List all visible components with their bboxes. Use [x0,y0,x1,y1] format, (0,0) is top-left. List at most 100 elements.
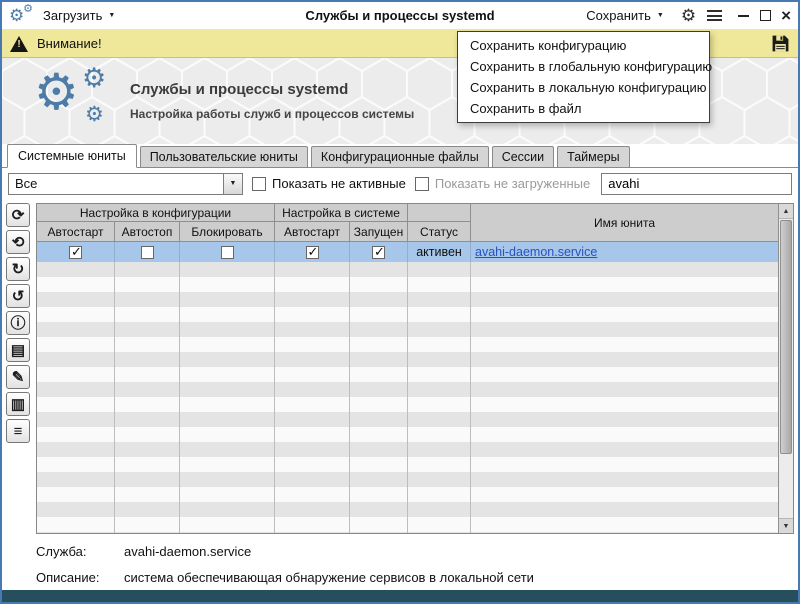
menu-item-save-local-config[interactable]: Сохранить в локальную конфигурацию [458,77,709,98]
column-header-autostart-config[interactable]: Автостарт [37,222,115,242]
table-header: Настройка в конфигурации Настройка в сис… [37,204,778,242]
column-header-status[interactable]: Статус [408,222,471,242]
scroll-down-button[interactable]: ▼ [779,518,793,533]
service-value: avahi-daemon.service [124,544,790,559]
list-dependencies-button[interactable]: ≡ [6,419,30,443]
page-subtitle: Настройка работы служб и процессов систе… [130,107,414,121]
save-menu-label: Сохранить [586,8,651,23]
running-checkbox[interactable] [372,246,385,259]
view-log-button[interactable]: ▥ [6,392,30,416]
hamburger-icon [707,10,722,21]
minimize-button[interactable] [737,9,750,22]
tabs-bar: Системные юниты Пользовательские юниты К… [2,144,798,168]
info-icon: ⓘ [10,316,25,331]
save-menu-button[interactable]: Сохранить ▼ [580,4,670,27]
warning-icon [10,36,28,52]
settings-gear-button[interactable]: ⚙ [681,7,696,24]
menu-item-save-config[interactable]: Сохранить конфигурацию [458,35,709,56]
autostop-checkbox[interactable] [141,246,154,259]
table-row[interactable]: активен avahi-daemon.service [37,242,778,262]
reload-daemon-icon: ⟲ [12,235,25,250]
column-header-autostart-system[interactable]: Автостарт [275,222,350,242]
tab-timers[interactable]: Таймеры [557,146,630,167]
column-header-unit-name[interactable]: Имя юнита [471,204,778,242]
empty-rows-area [37,262,778,533]
chevron-down-icon: ▼ [657,12,664,19]
load-menu-label: Загрузить [43,8,102,23]
tab-user-units[interactable]: Пользовательские юниты [140,146,308,167]
edit-unit-file-button[interactable]: ✎ [6,365,30,389]
column-header-autostop[interactable]: Автостоп [115,222,180,242]
service-label: Служба: [36,544,124,559]
save-file-icon[interactable] [771,34,790,53]
list-icon: ≡ [14,424,23,439]
log-icon: ▥ [11,397,25,412]
vertical-scrollbar[interactable]: ▲ ▼ [778,204,793,533]
restart-icon: ↻ [12,262,25,277]
gear-icon: ⚙ [82,65,106,92]
units-table: Настройка в конфигурации Настройка в сис… [36,203,794,534]
unit-info-button[interactable]: ⓘ [6,311,30,335]
gear-icon: ⚙ [34,67,79,117]
group-header-empty [408,204,471,222]
column-header-running[interactable]: Запущен [350,222,408,242]
block-checkbox[interactable] [221,246,234,259]
stop-unit-button[interactable]: ↺ [6,284,30,308]
gear-icon: ⚙ [681,7,696,24]
app-window: ⚙ ⚙ Загрузить ▼ Службы и процессы system… [0,0,800,604]
hamburger-menu-button[interactable] [707,10,722,21]
chevron-down-icon: ▼ [108,12,115,19]
main-area: ⟳ ⟲ ↻ ↺ ⓘ ▤ ✎ ▥ ≡ Настройка в конфигурац… [2,199,798,534]
scroll-up-button[interactable]: ▲ [779,204,793,219]
save-dropdown-menu: Сохранить конфигурацию Сохранить в глоба… [457,31,710,123]
status-cell: активен [408,242,471,262]
refresh-button[interactable]: ⟳ [6,203,30,227]
undo-arrow-icon: ↺ [12,289,25,304]
column-divider [179,262,180,533]
page-title: Службы и процессы systemd [130,81,414,98]
autostart-config-checkbox[interactable] [69,246,82,259]
show-unloaded-label: Показать не загруженные [435,176,590,191]
show-unloaded-checkbox[interactable] [415,177,429,191]
restart-unit-button[interactable]: ↻ [6,257,30,281]
unit-name-link[interactable]: avahi-daemon.service [475,245,597,259]
window-title: Службы и процессы systemd [305,8,494,23]
close-button[interactable]: × [781,9,791,22]
chevron-down-icon: ▼ [230,180,237,187]
filter-bar: Все ▼ Показать не активные Показать не з… [2,168,798,199]
edit-pencil-icon: ✎ [12,370,25,385]
app-gears-icon: ⚙ ⚙ [9,5,33,27]
gear-icon: ⚙ [9,5,24,27]
menu-item-save-to-file[interactable]: Сохранить в файл [458,98,709,119]
autostart-system-checkbox[interactable] [306,246,319,259]
warning-text: Внимание! [37,36,102,51]
refresh-icon: ⟳ [12,208,25,223]
column-header-block[interactable]: Блокировать [180,222,275,242]
column-divider [274,262,275,533]
description-label: Описание: [36,570,124,585]
titlebar: ⚙ ⚙ Загрузить ▼ Службы и процессы system… [2,2,798,30]
tab-config-files[interactable]: Конфигурационные файлы [311,146,489,167]
tab-sessions[interactable]: Сессии [492,146,554,167]
reload-daemon-button[interactable]: ⟲ [6,230,30,254]
tab-system-units[interactable]: Системные юниты [7,144,137,168]
show-inactive-checkbox[interactable] [252,177,266,191]
scrollbar-thumb[interactable] [780,220,792,454]
view-unit-file-button[interactable]: ▤ [6,338,30,362]
unit-filter-value: Все [9,176,223,191]
group-header-config: Настройка в конфигурации [37,204,275,222]
bottom-status-bar [2,590,798,602]
combo-dropdown-button[interactable]: ▼ [223,174,242,194]
column-divider [407,262,408,533]
file-icon: ▤ [11,343,25,358]
group-header-system: Настройка в системе [275,204,408,222]
unit-filter-select[interactable]: Все ▼ [8,173,243,195]
load-menu-button[interactable]: Загрузить ▼ [37,4,121,27]
description-value: система обеспечивающая обнаружение серви… [124,570,790,585]
detail-panel: Служба: avahi-daemon.service Описание: с… [2,534,798,590]
menu-item-save-global-config[interactable]: Сохранить в глобальную конфигурацию [458,56,709,77]
gear-icon: ⚙ [85,104,104,125]
search-input[interactable] [601,173,792,195]
side-toolbar: ⟳ ⟲ ↻ ↺ ⓘ ▤ ✎ ▥ ≡ [6,203,34,534]
maximize-button[interactable] [759,9,772,22]
